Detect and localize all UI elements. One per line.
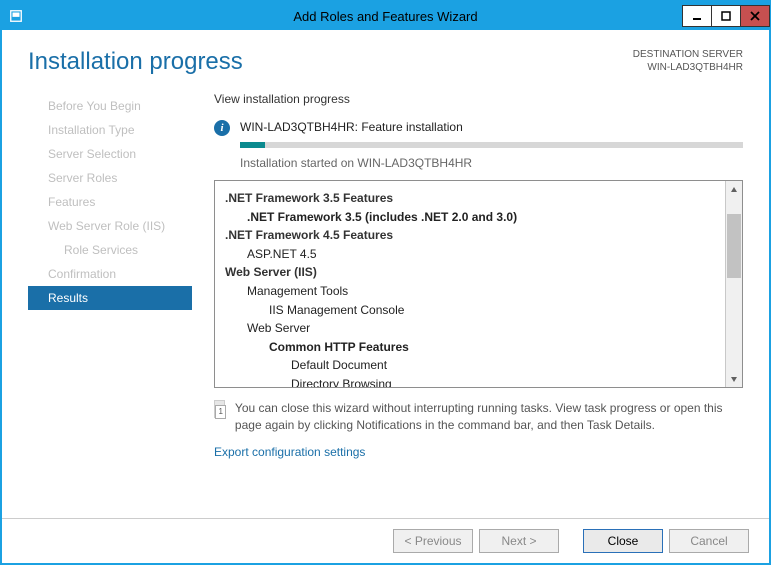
scroll-up-button[interactable] <box>726 181 742 198</box>
scrollbar[interactable] <box>725 181 742 387</box>
previous-button: < Previous <box>393 529 473 553</box>
feature-item: ASP.NET 4.5 <box>225 245 715 264</box>
destination-server: DESTINATION SERVER WIN-LAD3QTBH4HR <box>633 48 743 74</box>
sidebar-item-role-services: Role Services <box>2 238 192 262</box>
close-window-button[interactable] <box>740 5 770 27</box>
install-started-text: Installation started on WIN-LAD3QTBH4HR <box>240 156 743 170</box>
maximize-button[interactable] <box>711 5 741 27</box>
feature-item: .NET Framework 3.5 Features <box>225 189 715 208</box>
close-note-text: You can close this wizard without interr… <box>235 400 743 435</box>
page-title: Installation progress <box>28 48 243 76</box>
feature-item: Management Tools <box>225 282 715 301</box>
sidebar-item-features: Features <box>2 190 192 214</box>
feature-item: .NET Framework 3.5 (includes .NET 2.0 an… <box>225 208 715 227</box>
destination-value: WIN-LAD3QTBH4HR <box>633 61 743 74</box>
sidebar-item-server-roles: Server Roles <box>2 166 192 190</box>
wizard-window: Add Roles and Features Wizard Installati… <box>0 0 771 565</box>
main-panel: View installation progress i WIN-LAD3QTB… <box>192 92 769 518</box>
system-icon <box>6 6 26 26</box>
feature-item: .NET Framework 4.5 Features <box>225 226 715 245</box>
flag-icon <box>214 400 225 418</box>
sidebar-item-installation-type: Installation Type <box>2 118 192 142</box>
feature-item: Web Server <box>225 319 715 338</box>
scroll-down-button[interactable] <box>726 370 742 387</box>
wizard-body: Installation progress DESTINATION SERVER… <box>2 30 769 563</box>
sidebar-item-confirmation: Confirmation <box>2 262 192 286</box>
feature-item: Directory Browsing <box>225 375 715 387</box>
feature-item: Default Document <box>225 356 715 375</box>
feature-list-box: .NET Framework 3.5 Features.NET Framewor… <box>214 180 743 388</box>
sidebar-item-before-you-begin: Before You Begin <box>2 94 192 118</box>
main-heading: View installation progress <box>214 92 743 106</box>
scroll-thumb[interactable] <box>727 214 741 278</box>
destination-label: DESTINATION SERVER <box>633 48 743 61</box>
feature-item: Web Server (IIS) <box>225 263 715 282</box>
window-buttons <box>682 5 769 27</box>
wizard-footer: < Previous Next > Close Cancel <box>2 518 769 563</box>
sidebar-item-server-selection: Server Selection <box>2 142 192 166</box>
cancel-button: Cancel <box>669 529 749 553</box>
titlebar[interactable]: Add Roles and Features Wizard <box>2 2 769 30</box>
wizard-sidebar: Before You BeginInstallation TypeServer … <box>2 92 192 518</box>
sidebar-item-web-server-role-iis-: Web Server Role (IIS) <box>2 214 192 238</box>
export-config-link[interactable]: Export configuration settings <box>214 445 743 459</box>
feature-list: .NET Framework 3.5 Features.NET Framewor… <box>215 181 725 387</box>
sidebar-item-results[interactable]: Results <box>28 286 192 310</box>
status-text: WIN-LAD3QTBH4HR: Feature installation <box>240 120 463 134</box>
feature-item: Common HTTP Features <box>225 338 715 357</box>
feature-item: IIS Management Console <box>225 301 715 320</box>
minimize-button[interactable] <box>682 5 712 27</box>
scroll-track[interactable] <box>726 198 742 370</box>
close-button[interactable]: Close <box>583 529 663 553</box>
progress-bar <box>240 142 743 148</box>
next-button: Next > <box>479 529 559 553</box>
info-icon: i <box>214 120 230 136</box>
progress-fill <box>240 142 265 148</box>
window-title: Add Roles and Features Wizard <box>2 9 769 24</box>
